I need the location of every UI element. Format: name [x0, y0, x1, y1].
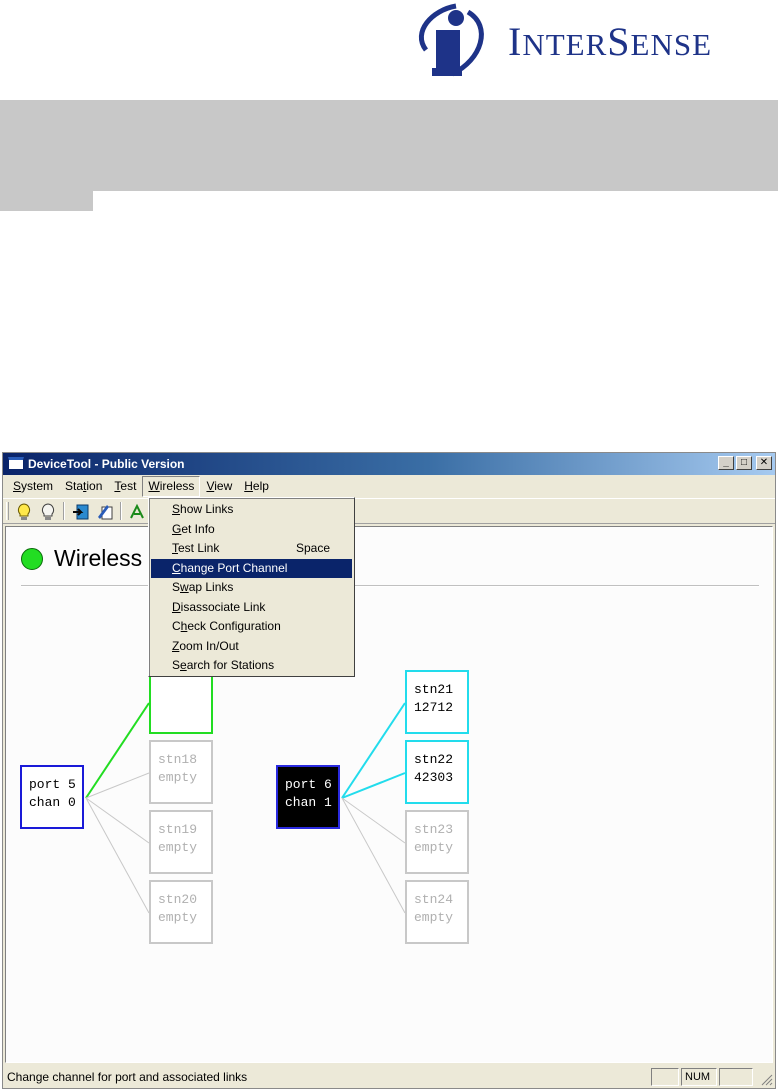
bulb-on-icon[interactable]	[14, 502, 34, 522]
title-bar[interactable]: DeviceTool - Public Version _ □ ✕	[3, 453, 775, 475]
link-line	[85, 797, 150, 844]
header-band	[0, 100, 778, 191]
station-node[interactable]: stn24 empty	[405, 880, 469, 944]
menu-bar: System Station Test Wireless View Help	[3, 476, 775, 497]
link-lines	[85, 702, 406, 914]
app-window-icon	[8, 457, 24, 470]
station-node[interactable]: stn20 empty	[149, 880, 213, 944]
intersense-logo-mark-icon	[418, 3, 484, 77]
resize-grip-icon[interactable]	[761, 1074, 773, 1086]
menu-help[interactable]: Help	[238, 476, 275, 497]
status-pane-caps	[651, 1068, 679, 1086]
station-node[interactable]: stn19 empty	[149, 810, 213, 874]
menu-test[interactable]: Test	[108, 476, 142, 497]
station-node[interactable]: stn21 12712	[405, 670, 469, 734]
menu-item-get-info[interactable]: Get Info	[151, 520, 352, 540]
devicetool-window: DeviceTool - Public Version _ □ ✕ System…	[2, 452, 776, 1089]
port-node[interactable]: port 5 chan 0	[20, 765, 84, 829]
menu-item-test-link[interactable]: Test Link Space	[151, 539, 352, 559]
port-node[interactable]: port 6 chan 1	[276, 765, 340, 829]
wireless-menu-dropdown: Show Links Get Info Test Link Space Change P…	[148, 497, 355, 677]
maximize-button[interactable]: □	[736, 456, 752, 470]
toolbar-grip[interactable]	[6, 502, 9, 520]
link-edit-icon[interactable]	[95, 502, 115, 522]
minimize-button[interactable]: _	[718, 456, 734, 470]
menu-accelerator: Space	[295, 541, 330, 555]
intersense-wordmark: INTERSENSE	[508, 19, 713, 64]
menu-wireless[interactable]: Wireless	[142, 476, 201, 497]
toolbar-separator	[120, 502, 122, 520]
link-line	[341, 797, 406, 844]
station-node[interactable]: stn22 42303	[405, 740, 469, 804]
menu-station[interactable]: Station	[59, 476, 108, 497]
menu-item-change-port-channel[interactable]: Change Port Channel	[151, 558, 352, 578]
intersense-logo: INTERSENSE	[412, 2, 772, 78]
wireless-tool-icon[interactable]	[127, 502, 147, 522]
link-line	[341, 702, 406, 799]
status-bar: Change channel for port and associated l…	[3, 1066, 775, 1088]
status-pane-scroll	[719, 1068, 753, 1086]
toolbar	[3, 498, 775, 524]
menu-item-zoom-in-out[interactable]: Zoom In/Out	[151, 637, 352, 657]
menu-item-check-configuration[interactable]: Check Configuration	[151, 617, 352, 637]
station-node[interactable]: stn18 empty	[149, 740, 213, 804]
menu-view[interactable]: View	[200, 476, 238, 497]
wireless-canvas[interactable]: Wireless port 5 chan 0 port 6 chan 1 stn18…	[5, 526, 773, 1063]
menu-item-show-links[interactable]: Show Links	[151, 500, 352, 520]
link-in-icon[interactable]	[71, 502, 91, 522]
status-pane-num: NUM	[681, 1068, 717, 1086]
station-node[interactable]: stn23 empty	[405, 810, 469, 874]
status-message: Change channel for port and associated l…	[7, 1070, 248, 1084]
window-title: DeviceTool - Public Version	[28, 457, 185, 471]
menu-item-search-for-stations[interactable]: Search for Stations	[151, 656, 352, 676]
link-line	[85, 797, 150, 914]
menu-item-disassociate-link[interactable]: Disassociate Link	[151, 598, 352, 618]
toolbar-separator	[63, 502, 65, 520]
menu-system[interactable]: System	[7, 476, 59, 497]
menu-item-swap-links[interactable]: Swap Links	[151, 578, 352, 598]
station-node[interactable]	[149, 670, 213, 734]
close-button[interactable]: ✕	[756, 456, 772, 470]
header-tab	[0, 191, 93, 211]
link-line	[341, 797, 406, 914]
link-line	[85, 702, 150, 799]
bulb-off-icon[interactable]	[38, 502, 58, 522]
